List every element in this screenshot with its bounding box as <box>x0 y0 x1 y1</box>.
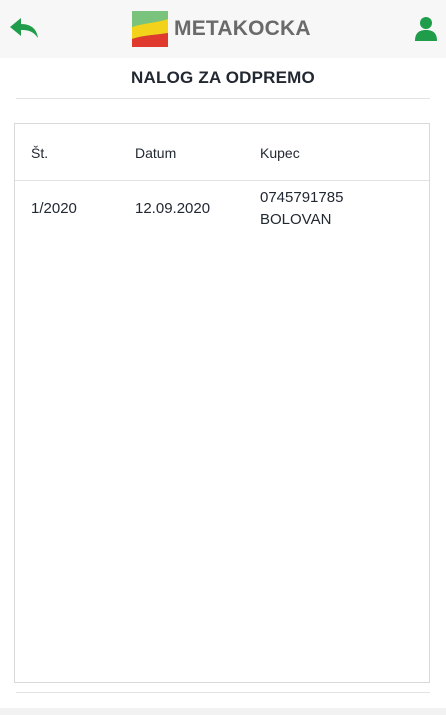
column-header-customer: Kupec <box>260 145 300 161</box>
bottom-divider <box>16 692 430 693</box>
metakocka-logo-icon <box>132 11 168 47</box>
table-header: Št. Datum Kupec <box>15 124 429 181</box>
orders-table: Št. Datum Kupec 1/2020 12.09.2020 074579… <box>14 123 430 683</box>
title-divider <box>16 98 430 99</box>
user-icon <box>415 17 437 41</box>
bottom-bar <box>0 708 446 715</box>
back-button[interactable] <box>8 16 42 42</box>
cell-date: 12.09.2020 <box>135 200 211 217</box>
back-arrow-icon <box>10 18 38 38</box>
app-root: METAKOCKA NALOG ZA ODPREMO Št. Datum Kup… <box>0 0 446 715</box>
top-bar: METAKOCKA <box>0 0 446 58</box>
column-header-number: Št. <box>31 145 49 161</box>
table-row[interactable]: 1/2020 12.09.2020 0745791785 BOLOVAN <box>15 181 429 241</box>
brand-logo: METAKOCKA <box>132 10 311 48</box>
cell-customer-name: BOLOVAN <box>260 211 332 228</box>
brand-name: METAKOCKA <box>174 17 311 40</box>
page-title: NALOG ZA ODPREMO <box>131 68 315 87</box>
user-button[interactable] <box>414 16 438 42</box>
cell-number: 1/2020 <box>31 200 77 217</box>
cell-customer-code: 0745791785 <box>260 189 344 206</box>
column-header-date: Datum <box>135 145 177 161</box>
